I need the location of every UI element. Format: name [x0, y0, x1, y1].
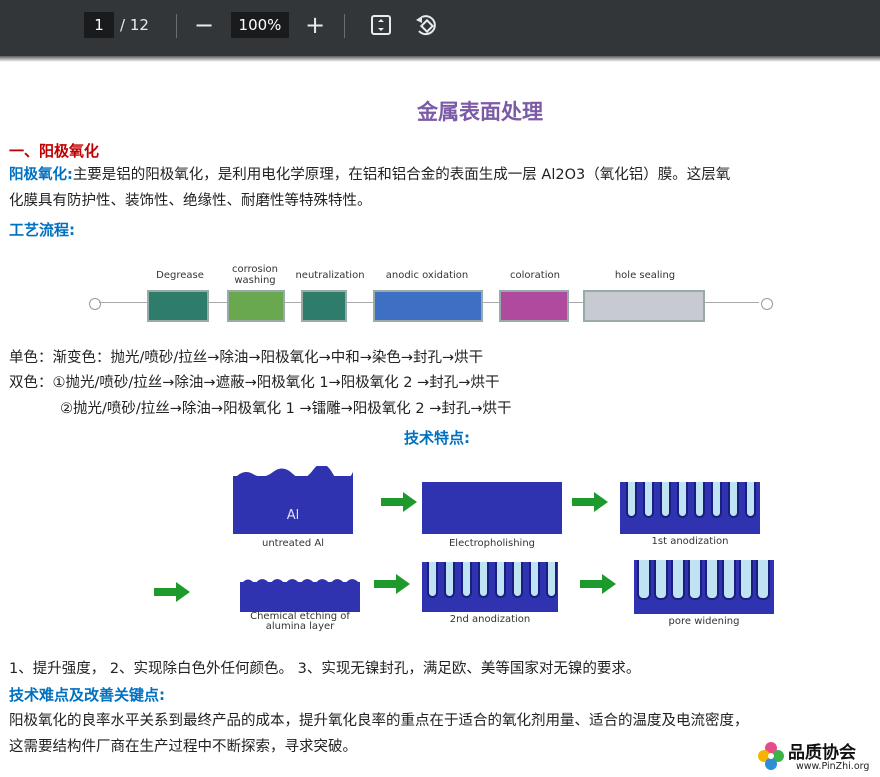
label-untreated-al: untreated Al [262, 538, 324, 549]
step-label-corrosion-washing: corrosion washing [231, 264, 278, 286]
features-text: 1、提升强度， 2、实现除白色外任何颜色。 3、实现无镍封孔，满足欧、美等国家对… [9, 661, 641, 677]
toolbar-divider [344, 14, 345, 38]
roller-left [89, 298, 101, 310]
tank-coloration [499, 290, 569, 322]
fit-page-icon [371, 15, 391, 35]
double-color-process-2: ②抛光/喷砂/拉丝→除油→阳极氧化 1 →镭雕→阳极氧化 2 →封孔→烘干 [60, 401, 512, 417]
logo-url: www.PinZhi.org [796, 761, 870, 772]
step-label-coloration: coloration [510, 270, 560, 281]
page-total-label: / 12 [120, 16, 149, 34]
electropolished-block [422, 482, 562, 534]
etched-block [240, 582, 360, 612]
pore-widening-block [634, 560, 774, 614]
double-color-process-1: 双色：①抛光/喷砂/拉丝→除油→遮蔽→阳极氧化 1→阳极氧化 2 →封孔→烘干 [9, 375, 500, 391]
step-label-neutralization: neutralization [295, 270, 365, 281]
intro-label: 阳极氧化: [9, 167, 73, 183]
process-heading: 工艺流程: [9, 221, 75, 239]
label-chemical-etching: Chemical etching of alumina layer [250, 611, 350, 632]
single-color-process: 单色：渐变色：抛光/喷砂/拉丝→除油→阳极氧化→中和→染色→封孔→烘干 [9, 350, 484, 366]
difficulty-heading: 技术难点及改善关键点: [9, 686, 165, 704]
intro-text-line-1: 主要是铝的阳极氧化，是利用电化学原理，在铝和铝合金的表面生成一层 Al2O3（氧… [72, 167, 731, 183]
rotate-button[interactable] [411, 10, 441, 40]
tank-anodic-oxidation [373, 290, 483, 322]
al-label: Al [286, 508, 300, 523]
toolbar-divider [176, 14, 177, 38]
zoom-out-button[interactable]: − [189, 10, 219, 40]
arrow-right-icon [381, 492, 417, 512]
arrow-right-icon [154, 582, 190, 602]
arrow-right-icon [572, 492, 608, 512]
intro-text-line-2: 化膜具有防护性、装饰性、绝缘性、耐磨性等特殊特性。 [9, 193, 372, 209]
logo-name: 品质协会 [788, 743, 856, 763]
watermark-logo: 品质协会 www.PinZhi.org [756, 738, 880, 777]
zoom-in-button[interactable]: + [300, 10, 330, 40]
roller-right [761, 298, 773, 310]
difficulty-text-line-1: 阳极氧化的良率水平关系到最终产品的成本，提升氧化良率的重点在于适合的氧化剂用量、… [9, 713, 749, 729]
process-flow-diagram: Degrease corrosion washing neutralizatio… [85, 262, 785, 328]
label-first-anodization: 1st anodization [651, 536, 729, 547]
arrow-right-icon [374, 574, 410, 594]
first-anodization-block [620, 482, 760, 534]
section-heading-anodizing: 一、阳极氧化 [9, 142, 100, 160]
label-second-anodization: 2nd anodization [449, 614, 531, 625]
toolbar-shadow [0, 56, 880, 62]
scalloped-surface [240, 579, 360, 586]
pdf-toolbar: 1 / 12 − 100% + [0, 0, 880, 56]
step-label-hole-sealing: hole sealing [614, 270, 676, 281]
flower-logo-icon [758, 742, 784, 770]
tank-hole-sealing [583, 290, 705, 322]
zoom-level-input[interactable]: 100% [231, 12, 289, 38]
label-electropolishing: Electropholishing [448, 538, 536, 549]
second-anodization-block [422, 562, 558, 612]
step-label-degrease: Degrease [156, 270, 204, 281]
fit-page-button[interactable] [366, 10, 396, 40]
difficulty-text-line-2: 这需要结构件厂商在生产过程中不断探索，寻求突破。 [9, 739, 357, 755]
rotate-icon [416, 15, 436, 36]
arrow-right-icon [580, 574, 616, 594]
untreated-al-block [233, 476, 353, 534]
step-label-anodic-oxidation: anodic oxidation [385, 270, 469, 281]
page-title: 金属表面处理 [417, 99, 543, 124]
features-heading: 技术特点: [404, 429, 470, 447]
wavy-surface [233, 466, 353, 480]
tank-degrease [147, 290, 209, 322]
label-pore-widening: pore widening [668, 616, 740, 627]
page-number-input[interactable]: 1 [84, 12, 114, 38]
intro-paragraph: 阳极氧化:主要是铝的阳极氧化，是利用电化学原理，在铝和铝合金的表面生成一层 Al… [9, 162, 880, 214]
tank-neutralization [301, 290, 347, 322]
tank-corrosion-washing [227, 290, 285, 322]
